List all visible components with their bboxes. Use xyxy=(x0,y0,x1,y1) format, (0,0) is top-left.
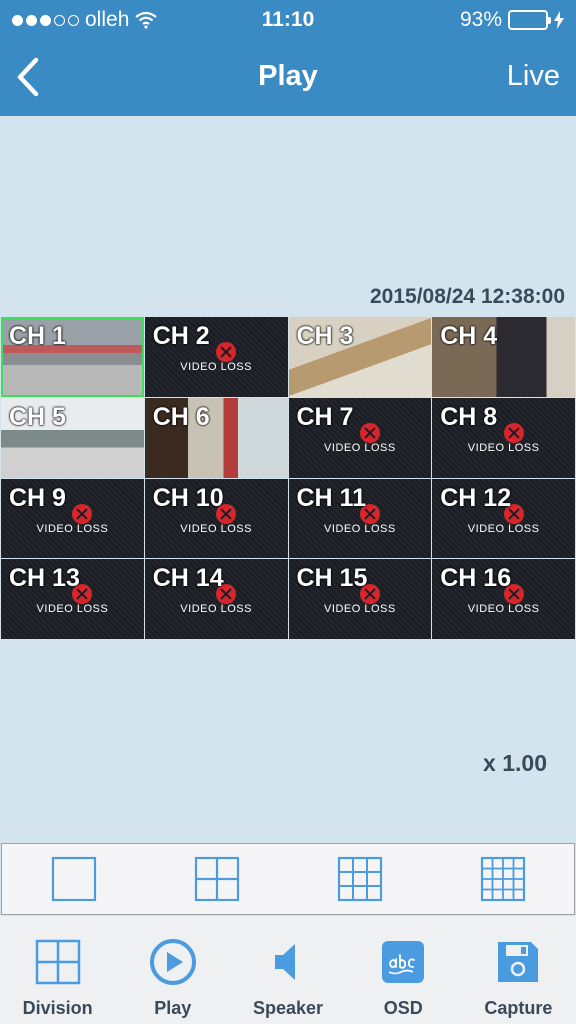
division-grid-icon xyxy=(32,936,84,988)
channel-label: CH 13 xyxy=(9,564,80,593)
zoom-level: x 1.00 xyxy=(483,750,547,776)
bottom-tab-bar: Division Play Speaker OSD Capture xyxy=(0,916,576,1024)
division-1x1-button[interactable] xyxy=(44,849,104,909)
battery-percent: 93% xyxy=(459,8,502,31)
channel-label: CH 8 xyxy=(440,402,498,431)
video-loss-icon xyxy=(72,503,93,524)
channel-label: CH 1 xyxy=(9,322,66,350)
channel-tile-4[interactable]: CH 4 xyxy=(432,317,575,397)
page-title: Play xyxy=(258,60,318,92)
grid-1x1-icon xyxy=(51,856,96,902)
channel-label: CH 6 xyxy=(152,402,210,431)
tab-osd[interactable]: OSD xyxy=(346,916,461,1024)
channel-label: CH 3 xyxy=(296,322,354,350)
channel-tile-12[interactable]: CH 12 VIDEO LOSS xyxy=(432,478,575,559)
channel-tile-9[interactable]: CH 9 VIDEO LOSS xyxy=(1,478,144,559)
channel-tile-1[interactable]: CH 1 xyxy=(1,317,144,397)
grid-3x3-icon xyxy=(337,856,382,902)
channel-tile-13[interactable]: CH 13 VIDEO LOSS xyxy=(1,559,144,639)
channel-tile-5[interactable]: CH 5 xyxy=(1,397,144,478)
speaker-icon xyxy=(262,936,314,988)
video-loss-text: VIDEO LOSS xyxy=(467,603,540,616)
playback-timestamp: 2015/08/24 12:38:00 xyxy=(370,285,565,308)
channel-label: CH 4 xyxy=(440,322,498,350)
channel-tile-2[interactable]: CH 2 VIDEO LOSS xyxy=(144,317,288,397)
channel-tile-14[interactable]: CH 14 VIDEO LOSS xyxy=(144,559,288,639)
channel-tile-11[interactable]: CH 11 VIDEO LOSS xyxy=(288,478,432,559)
video-loss-text: VIDEO LOSS xyxy=(467,522,540,535)
channel-label: CH 10 xyxy=(152,483,224,512)
tab-play[interactable]: Play xyxy=(115,916,230,1024)
play-circle-icon xyxy=(147,936,199,988)
channel-tile-10[interactable]: CH 10 VIDEO LOSS xyxy=(144,478,288,559)
channel-tile-7[interactable]: CH 7 VIDEO LOSS xyxy=(288,397,432,478)
channel-label: CH 16 xyxy=(440,564,512,593)
charging-bolt-icon xyxy=(554,11,564,29)
channel-label: CH 15 xyxy=(296,564,368,593)
video-loss-text: VIDEO LOSS xyxy=(180,603,252,616)
video-loss-text: VIDEO LOSS xyxy=(324,522,396,535)
channel-label: CH 7 xyxy=(296,402,354,431)
video-loss-text: VIDEO LOSS xyxy=(180,361,252,373)
video-loss-text: VIDEO LOSS xyxy=(36,603,109,616)
channel-label: CH 9 xyxy=(9,483,66,512)
division-3x3-button[interactable] xyxy=(330,849,390,909)
tab-speaker[interactable]: Speaker xyxy=(230,916,345,1024)
channel-tile-3[interactable]: CH 3 xyxy=(288,317,432,397)
channel-label: CH 12 xyxy=(440,483,512,512)
division-2x2-button[interactable] xyxy=(187,849,247,909)
tab-label: Capture xyxy=(484,998,553,1018)
channel-tile-8[interactable]: CH 8 VIDEO LOSS xyxy=(432,397,575,478)
video-loss-text: VIDEO LOSS xyxy=(36,522,109,535)
battery-group: 93% xyxy=(460,8,564,32)
video-loss-text: VIDEO LOSS xyxy=(180,522,252,535)
division-4x4-button[interactable] xyxy=(473,849,533,909)
tab-label: Division xyxy=(22,998,93,1018)
tab-division[interactable]: Division xyxy=(0,916,115,1024)
live-button[interactable]: Live xyxy=(507,60,560,93)
tab-capture[interactable]: Capture xyxy=(461,916,576,1024)
video-loss-text: VIDEO LOSS xyxy=(324,603,396,616)
channel-label: CH 2 xyxy=(152,322,210,350)
channel-tile-15[interactable]: CH 15 VIDEO LOSS xyxy=(288,559,432,639)
grid-2x2-icon xyxy=(194,856,239,902)
status-bar: olleh 11:10 93% xyxy=(0,0,576,40)
navigation-bar: Play Live xyxy=(0,40,576,116)
video-loss-icon xyxy=(359,422,380,443)
tab-label: Play xyxy=(154,998,192,1018)
division-selector xyxy=(1,843,575,915)
video-loss-text: VIDEO LOSS xyxy=(467,441,540,454)
grid-4x4-icon xyxy=(480,856,525,902)
channel-label: CH 11 xyxy=(296,483,366,512)
video-loss-text: VIDEO LOSS xyxy=(324,441,396,454)
video-loss-icon xyxy=(216,342,237,362)
tab-label: OSD xyxy=(383,998,423,1018)
battery-icon xyxy=(508,10,551,30)
channel-tile-16[interactable]: CH 16 VIDEO LOSS xyxy=(432,559,575,639)
osd-abc-icon xyxy=(377,936,429,988)
channel-grid: CH 1 CH 2 VIDEO LOSS CH 3 CH 4 CH 5 CH 6… xyxy=(1,317,575,639)
channel-label: CH 5 xyxy=(9,402,66,431)
tab-label: Speaker xyxy=(252,998,324,1018)
channel-tile-6[interactable]: CH 6 xyxy=(144,397,288,478)
save-disk-icon xyxy=(492,936,544,988)
video-loss-icon xyxy=(503,422,524,443)
channel-label: CH 14 xyxy=(152,564,224,593)
